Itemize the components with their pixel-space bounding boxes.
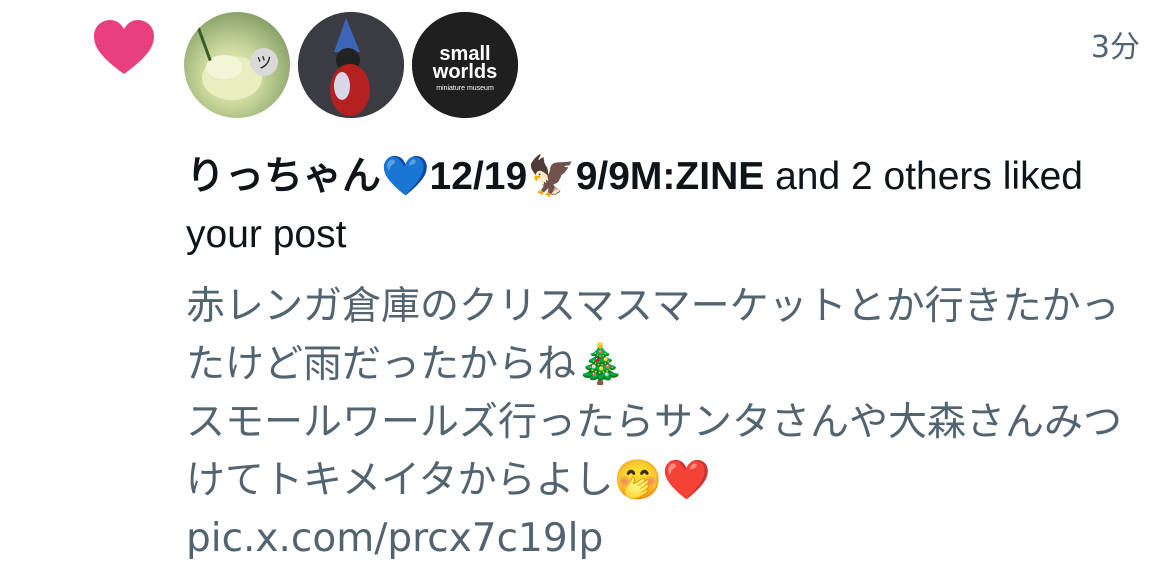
svg-text:ツ: ツ [256,53,272,72]
timestamp: 3分 [1090,30,1140,65]
post-text[interactable]: 赤レンガ倉庫のクリスマスマーケットとか行きたかったけど雨だったからね🎄 スモール… [186,278,1136,568]
post-body: 赤レンガ倉庫のクリスマスマーケットとか行きたかったけど雨だったからね🎄 スモール… [186,284,1123,503]
user-avatar-1[interactable]: ツ [184,12,290,118]
liker-name[interactable]: りっちゃん💙12/19🦅9/9M:ZINE [186,155,764,198]
svg-text:miniature museum: miniature museum [436,85,494,92]
user-avatar-3[interactable]: small worlds miniature museum [412,12,518,118]
svg-text:worlds: worlds [432,61,497,83]
notification-headline: りっちゃん💙12/19🦅9/9M:ZINE and 2 others liked… [186,148,1146,264]
post-link[interactable]: pic.x.com/prcx7c19lp [186,516,603,561]
user-avatar-2[interactable] [298,12,404,118]
heart-icon [94,20,154,74]
